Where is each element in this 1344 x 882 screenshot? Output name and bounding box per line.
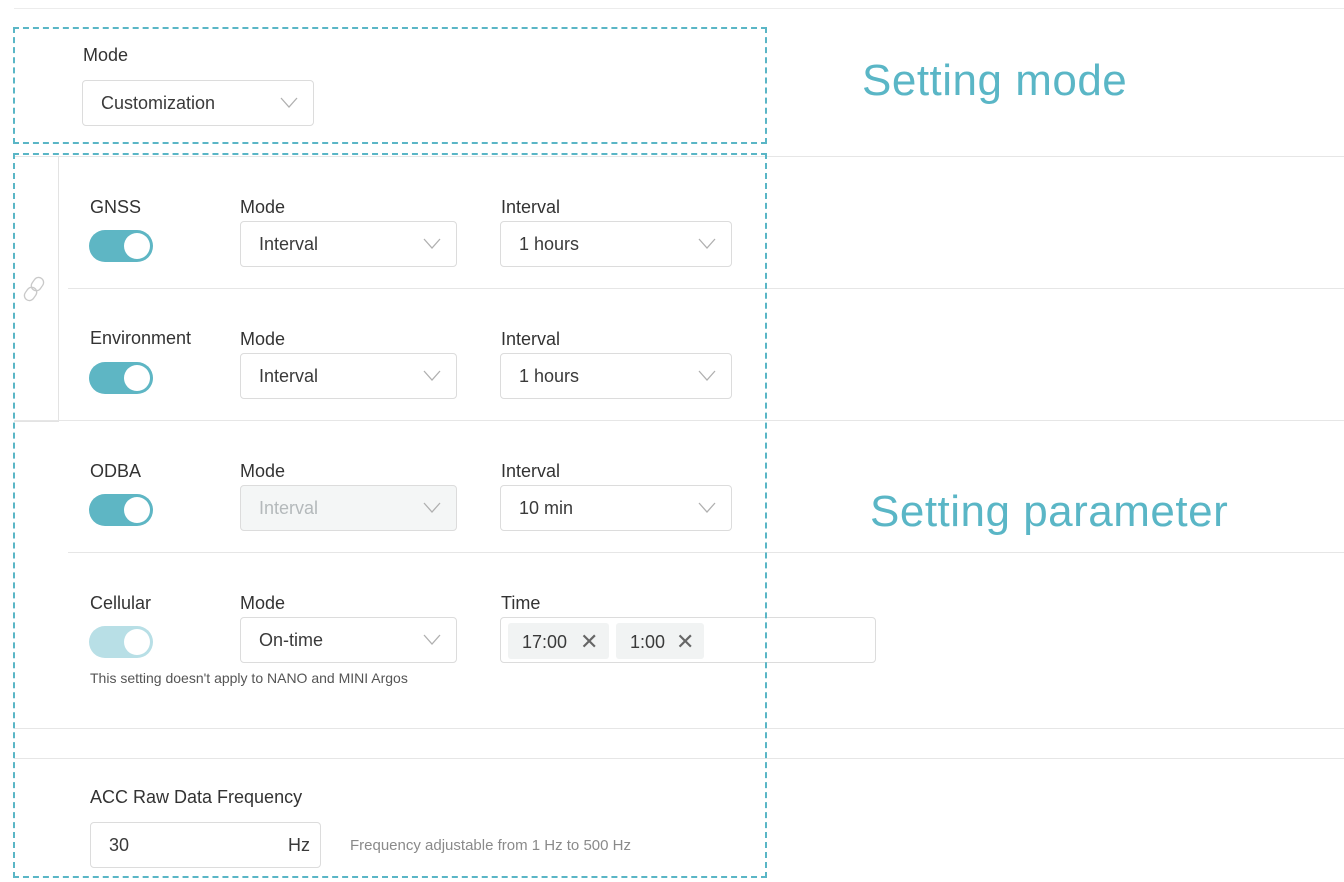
setting-mode-frame [13,27,767,144]
setting-mode-annotation: Setting mode [862,56,1128,105]
setting-parameter-frame [13,153,767,878]
setting-parameter-annotation: Setting parameter [870,487,1229,536]
top-border [14,8,1344,9]
